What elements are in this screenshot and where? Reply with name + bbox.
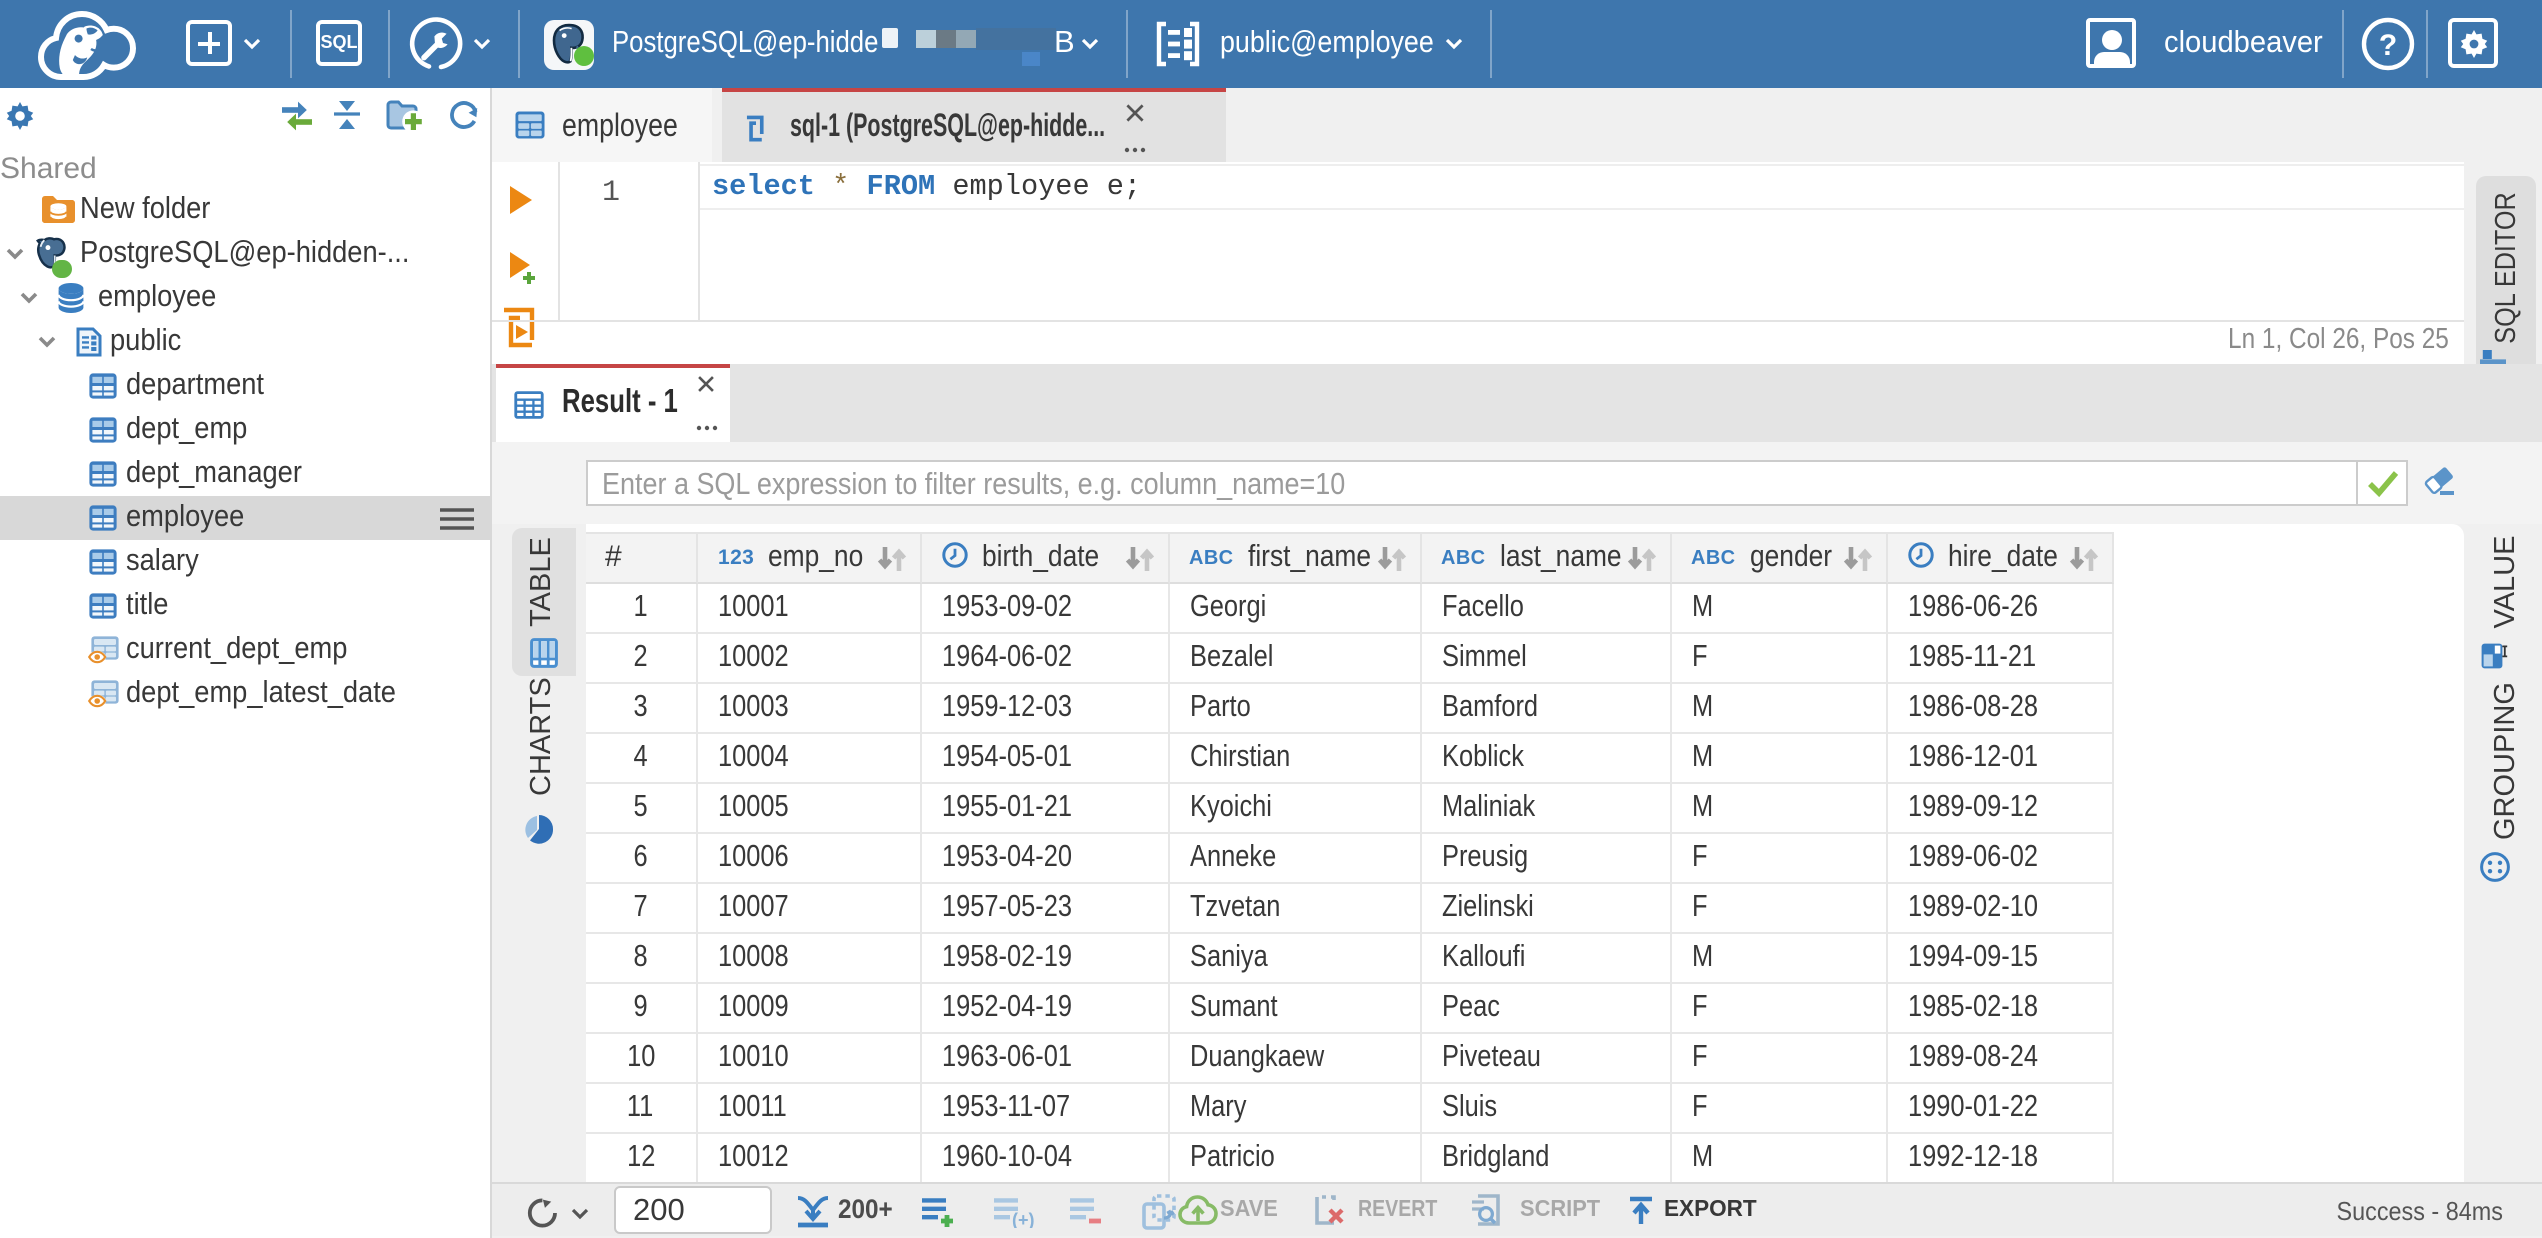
svg-text:?: ? [2379, 29, 2397, 62]
svg-text:(+): (+) [1012, 1209, 1035, 1227]
